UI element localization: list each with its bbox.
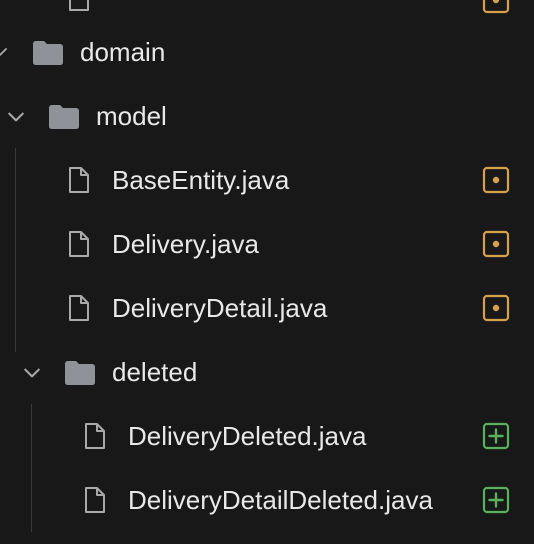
tree-item-label: Delivery.java — [112, 229, 259, 259]
chevron-down-icon[interactable] — [7, 108, 25, 126]
tree-row-file-deliverydetaildeleted[interactable]: DeliveryDetailDeleted.java — [0, 468, 534, 532]
tree-item-label: DeliveryDeleted.java — [128, 421, 367, 451]
tree-item-label: BaseEntity.java — [112, 165, 290, 195]
file-icon — [69, 167, 89, 193]
tree-row-folder-deleted[interactable]: deleted — [0, 340, 534, 404]
file-icon — [69, 0, 89, 11]
modified-badge-icon — [482, 166, 510, 194]
tree-row-folder-domain[interactable]: domain — [0, 20, 534, 84]
tree-item-label: DeliveryDetailDeleted.java — [128, 485, 433, 515]
modified-badge-icon — [482, 294, 510, 322]
added-badge-icon — [482, 422, 510, 450]
tree-item-label: domain — [80, 37, 166, 67]
tree-row-file-deliverydetail[interactable]: DeliveryDetail.java — [0, 276, 534, 340]
tree-item-label: model — [96, 101, 167, 131]
tree-row-file-delivery[interactable]: Delivery.java — [0, 212, 534, 276]
added-badge-icon — [482, 486, 510, 514]
file-icon — [69, 231, 89, 257]
file-explorer-tree: domain model BaseEntity.java Delivery.ja… — [0, 0, 534, 544]
tree-row-file-deliverydeleted[interactable]: DeliveryDeleted.java — [0, 404, 534, 468]
chevron-down-icon[interactable] — [23, 364, 41, 382]
tree-item-label: DeliveryDetail.java — [112, 293, 328, 323]
chevron-down-icon[interactable] — [0, 44, 8, 60]
file-icon — [69, 295, 89, 321]
folder-icon — [65, 361, 95, 385]
tree-row-folder-model[interactable]: model — [0, 84, 534, 148]
tree-row-file-baseentity[interactable]: BaseEntity.java — [0, 148, 534, 212]
file-icon — [85, 423, 105, 449]
tree-item-label: deleted — [112, 357, 198, 387]
folder-icon — [49, 105, 79, 129]
file-icon — [85, 487, 105, 513]
folder-icon — [33, 41, 63, 65]
modified-badge-icon — [482, 230, 510, 258]
modified-badge-icon — [482, 0, 510, 14]
